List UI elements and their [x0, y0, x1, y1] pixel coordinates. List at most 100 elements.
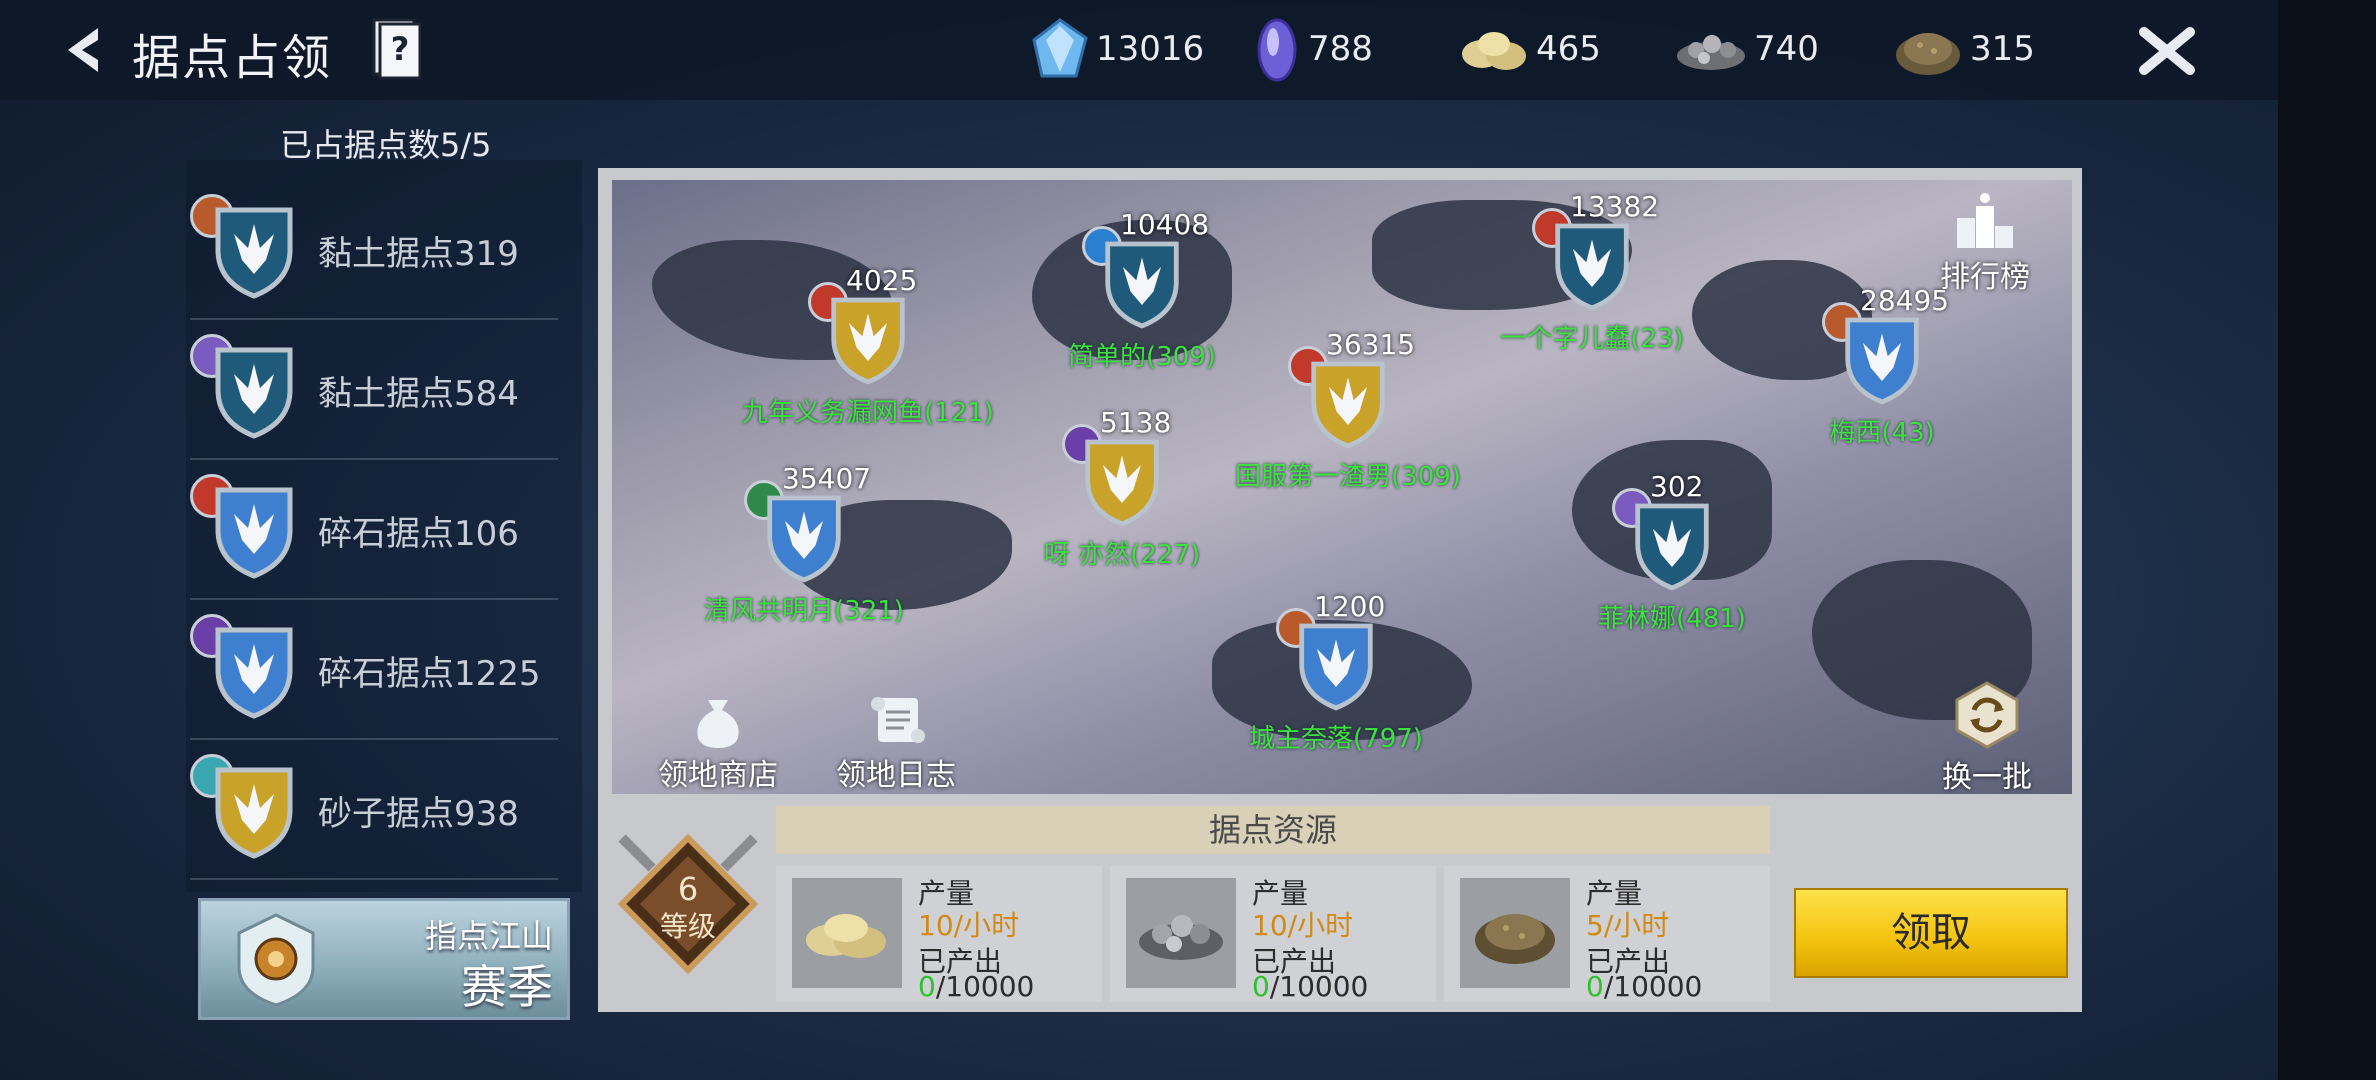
- stronghold-name: 黏土据点584: [318, 374, 519, 414]
- season-banner[interactable]: 指点江山 赛季: [198, 898, 570, 1020]
- stronghold-item-clay-319[interactable]: 黏土据点319: [190, 182, 558, 320]
- produced-amount: 0/10000: [918, 970, 1035, 1003]
- refresh-batch-label: 换一批: [1942, 760, 2032, 794]
- resource-card-sand: 产量 5/小时 已产出 0/10000: [1444, 866, 1770, 1003]
- sand-count: 315: [1970, 29, 2035, 69]
- node-owner: 清风共明月(321): [704, 596, 904, 626]
- clay-count: 465: [1536, 29, 1601, 69]
- map-node[interactable]: 10408 简单的(309): [1068, 208, 1216, 372]
- level-value: 6: [678, 870, 698, 908]
- blue-shield-icon: [1105, 241, 1179, 329]
- node-owner: 城主奈落(797): [1249, 724, 1423, 754]
- resource-sand: 315: [1892, 18, 2035, 80]
- produced-amount: 0/10000: [1586, 970, 1703, 1003]
- gold-shield-icon: [1311, 361, 1385, 449]
- sand-pile-icon: [1475, 914, 1555, 964]
- stronghold-item-clay-584[interactable]: 黏土据点584: [190, 322, 558, 460]
- claim-button[interactable]: 领取: [1794, 888, 2068, 978]
- shield-icon: [215, 207, 293, 299]
- resource-card-clay: 产量 10/小时 已产出 0/10000: [776, 866, 1102, 1003]
- scroll-icon: [871, 697, 925, 743]
- shield-icon: [215, 347, 293, 439]
- light-blue-shield-icon: [1845, 317, 1919, 405]
- map-node[interactable]: 36315 国服第一渣男(309): [1235, 328, 1461, 492]
- produced-amount: 0/10000: [1252, 970, 1369, 1003]
- territory-shop-button[interactable]: 领地商店: [648, 692, 788, 794]
- shield-icon: [215, 487, 293, 579]
- level-badge: 6 等级: [617, 833, 759, 975]
- territory-shop-label: 领地商店: [658, 758, 778, 793]
- back-arrow-icon[interactable]: [58, 24, 110, 76]
- shield-icon: [215, 627, 293, 719]
- page-title: 据点占领: [132, 30, 333, 86]
- node-owner: 简单的(309): [1068, 342, 1216, 372]
- node-owner: 呀 亦然(227): [1043, 540, 1201, 570]
- clay-pile-icon: [806, 914, 886, 958]
- gold-shield-icon: [831, 297, 905, 385]
- stronghold-name: 碎石据点1225: [318, 654, 541, 694]
- gravel-count: 740: [1754, 29, 1819, 69]
- node-count: 35407: [782, 462, 872, 495]
- production-rate: 10/小时: [918, 909, 1020, 942]
- resource-card-gravel: 产量 10/小时 已产出 0/10000: [1110, 866, 1436, 1003]
- production-rate: 5/小时: [1586, 909, 1670, 942]
- territory-log-label: 领地日志: [836, 758, 956, 793]
- purple-crystal-count: 788: [1308, 29, 1373, 69]
- refresh-batch-button[interactable]: 换一批: [1932, 680, 2042, 794]
- money-bag-icon: [697, 700, 739, 748]
- blue-shield-icon: [1635, 503, 1709, 591]
- podium-icon: [1957, 193, 2013, 248]
- occupied-count-label: 已占据点数5/5: [280, 126, 492, 164]
- resource-gravel: 740: [1674, 18, 1819, 80]
- ranking-button[interactable]: 排行榜: [1930, 192, 2040, 296]
- purple-crystal-icon: [1257, 18, 1297, 82]
- resource-thumb: [1126, 878, 1236, 988]
- node-count: 13382: [1570, 190, 1660, 223]
- svg-text:?: ?: [391, 30, 410, 68]
- resource-blue-crystal: 13016: [1030, 18, 1204, 80]
- node-count: 302: [1650, 470, 1704, 503]
- close-icon[interactable]: [2138, 26, 2196, 76]
- territory-log-button[interactable]: 领地日志: [826, 692, 966, 794]
- resource-purple-crystal: 788: [1252, 18, 1373, 82]
- territory-map[interactable]: 4025 九年义务漏网鱼(121) 10408 简单的(309) 13382 一…: [612, 180, 2072, 794]
- stronghold-item-gravel-106[interactable]: 碎石据点106: [190, 462, 558, 600]
- season-emblem-icon: [237, 913, 315, 1007]
- stronghold-resources-title: 据点资源: [776, 806, 1770, 854]
- map-node[interactable]: 1200 城主奈落(797): [1249, 590, 1423, 754]
- light-blue-shield-icon: [767, 495, 841, 583]
- stronghold-name: 碎石据点106: [318, 514, 519, 554]
- map-node[interactable]: 28495 梅西(43): [1822, 284, 1949, 448]
- stronghold-name: 黏土据点319: [318, 234, 519, 274]
- refresh-icon: [1955, 681, 2019, 749]
- production-rate: 10/小时: [1252, 909, 1354, 942]
- map-node[interactable]: 5138 呀 亦然(227): [1044, 406, 1200, 570]
- node-owner: 菲林娜(481): [1598, 604, 1746, 634]
- node-count: 36315: [1326, 328, 1416, 361]
- stronghold-item-sand-938[interactable]: 砂子据点938: [190, 742, 558, 880]
- stronghold-name: 砂子据点938: [318, 794, 519, 834]
- blue-shield-icon: [1555, 223, 1629, 311]
- level-label: 等级: [660, 910, 716, 943]
- resource-thumb: [1460, 878, 1570, 988]
- sand-pile-icon: [1896, 33, 1960, 75]
- resource-clay: 465: [1458, 18, 1601, 80]
- resource-thumb: [792, 878, 902, 988]
- node-count: 1200: [1314, 590, 1386, 623]
- shield-icon: [215, 767, 293, 859]
- gravel-pile-icon: [1139, 915, 1223, 960]
- map-node[interactable]: 35407 清风共明月(321): [704, 462, 904, 626]
- right-edge-strip: [2278, 0, 2376, 1080]
- node-count: 10408: [1120, 208, 1210, 241]
- node-owner: 一个字儿蠢(23): [1500, 324, 1684, 354]
- help-book-icon[interactable]: ?: [368, 14, 424, 80]
- map-node[interactable]: 4025 九年义务漏网鱼(121): [742, 264, 994, 428]
- stronghold-item-gravel-1225[interactable]: 碎石据点1225: [190, 602, 558, 740]
- node-count: 4025: [846, 264, 918, 297]
- blue-crystal-count: 13016: [1096, 29, 1205, 69]
- node-owner: 九年义务漏网鱼(121): [742, 398, 994, 428]
- map-node[interactable]: 302 菲林娜(481): [1598, 470, 1746, 634]
- gold-shield-icon: [1085, 439, 1159, 527]
- light-blue-shield-icon: [1299, 623, 1373, 711]
- map-node[interactable]: 13382 一个字儿蠢(23): [1500, 190, 1683, 354]
